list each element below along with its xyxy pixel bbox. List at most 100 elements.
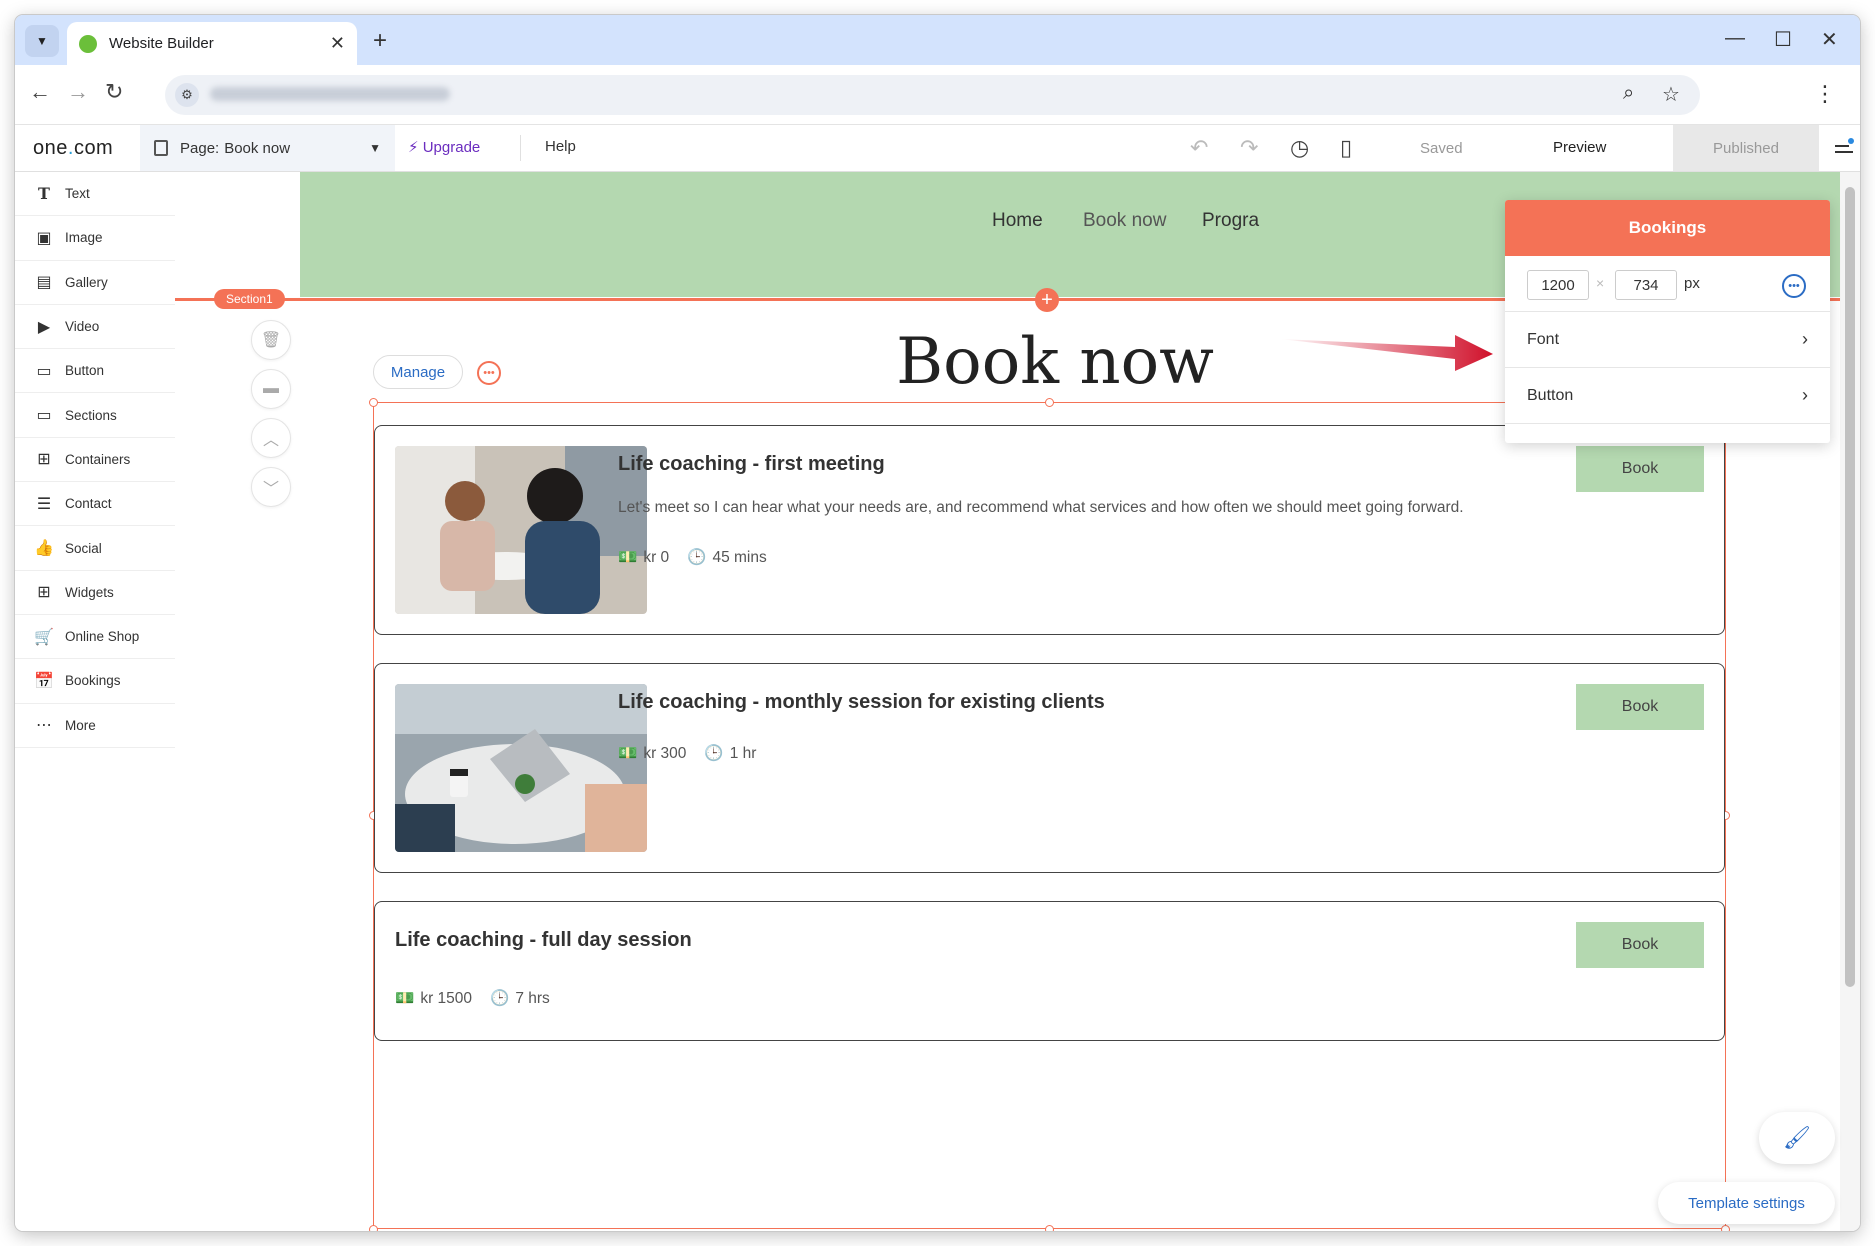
tab-search-button[interactable]: ▼ bbox=[25, 25, 59, 57]
mobile-view-icon[interactable]: ▯ bbox=[1340, 135, 1352, 161]
page-selector[interactable]: Page: Book now ▼ bbox=[140, 125, 395, 171]
annotation-arrow bbox=[1280, 327, 1495, 372]
upgrade-button[interactable]: ⚡ Upgrade bbox=[408, 138, 480, 156]
forward-icon[interactable]: → bbox=[67, 79, 89, 105]
zoom-icon[interactable]: ⌕ bbox=[1623, 82, 1634, 105]
service-card[interactable]: Life coaching - first meeting Let's meet… bbox=[374, 425, 1725, 635]
browser-tab[interactable]: Website Builder ✕ bbox=[67, 22, 357, 65]
service-meta: 💵 kr 1500 🕒 7 hrs bbox=[395, 989, 550, 1008]
comment-icon[interactable]: ▬ bbox=[251, 369, 291, 409]
saved-status: Saved bbox=[1420, 140, 1463, 157]
address-bar-row: ← → ↻ ⚙ ⌕ ☆ ⋮ bbox=[15, 65, 1860, 125]
clock-icon: 🕒 bbox=[704, 744, 723, 763]
minimize-button[interactable]: — bbox=[1725, 27, 1745, 50]
tab-title: Website Builder bbox=[109, 35, 330, 52]
contact-icon: ☰ bbox=[33, 494, 55, 514]
bookmark-star-icon[interactable]: ☆ bbox=[1662, 82, 1680, 107]
panel-menu-icon[interactable] bbox=[1833, 137, 1855, 157]
move-down-icon[interactable]: ﹀ bbox=[251, 467, 291, 507]
money-icon: 💵 bbox=[395, 989, 414, 1008]
service-meta: 💵 kr 300 🕒 1 hr bbox=[618, 744, 756, 763]
published-button[interactable]: Published bbox=[1673, 125, 1819, 171]
sidebar-item-social[interactable]: 👍Social bbox=[15, 526, 175, 570]
sidebar-item-contact[interactable]: ☰Contact bbox=[15, 482, 175, 526]
sidebar-item-bookings[interactable]: 📅Bookings bbox=[15, 659, 175, 703]
section-tag[interactable]: Section1 bbox=[214, 289, 285, 309]
site-settings-icon[interactable]: ⚙ bbox=[175, 83, 199, 107]
nav-home[interactable]: Home bbox=[992, 210, 1043, 232]
sidebar-item-video[interactable]: ▶Video bbox=[15, 305, 175, 349]
help-button[interactable]: Help bbox=[545, 138, 576, 155]
caret-down-icon: ▼ bbox=[369, 141, 381, 155]
preview-button[interactable]: Preview bbox=[1553, 139, 1606, 156]
button-icon: ▭ bbox=[33, 361, 55, 381]
service-card[interactable]: Life coaching - monthly session for exis… bbox=[374, 663, 1725, 873]
one-com-logo[interactable]: one.com bbox=[33, 137, 113, 160]
resize-handle[interactable] bbox=[369, 398, 378, 407]
resize-handle[interactable] bbox=[369, 1225, 378, 1231]
service-title: Life coaching - full day session bbox=[395, 929, 692, 952]
book-button[interactable]: Book bbox=[1576, 684, 1704, 730]
book-button[interactable]: Book bbox=[1576, 922, 1704, 968]
resize-handle[interactable] bbox=[1045, 398, 1054, 407]
sidebar-item-button[interactable]: ▭Button bbox=[15, 349, 175, 393]
paint-icon[interactable]: 🖌 bbox=[1759, 1112, 1835, 1164]
laptop-meeting-photo bbox=[395, 684, 647, 852]
close-tab-icon[interactable]: ✕ bbox=[330, 33, 345, 54]
service-title: Life coaching - monthly session for exis… bbox=[618, 691, 1105, 714]
button-row[interactable]: Button › bbox=[1505, 368, 1830, 424]
sidebar-item-image[interactable]: ▣Image bbox=[15, 216, 175, 260]
sidebar-item-online-shop[interactable]: 🛒Online Shop bbox=[15, 615, 175, 659]
chevron-right-icon: › bbox=[1802, 329, 1808, 350]
nav-programs[interactable]: Progra bbox=[1202, 210, 1259, 232]
move-up-icon[interactable]: ︿ bbox=[251, 418, 291, 458]
sidebar-item-containers[interactable]: ⊞Containers bbox=[15, 438, 175, 482]
page-prefix: Page: bbox=[180, 140, 219, 157]
maximize-button[interactable]: ☐ bbox=[1774, 27, 1792, 52]
sidebar-item-text[interactable]: TText bbox=[15, 172, 175, 216]
font-row[interactable]: Font › bbox=[1505, 312, 1830, 368]
undo-icon[interactable]: ↶ bbox=[1190, 135, 1208, 161]
new-tab-button[interactable]: + bbox=[373, 27, 387, 55]
tab-strip: ▼ Website Builder ✕ + — ☐ ✕ bbox=[15, 15, 1860, 65]
resize-handle[interactable] bbox=[1721, 1225, 1730, 1231]
template-settings-button[interactable]: Template settings bbox=[1658, 1182, 1835, 1224]
clock-icon: 🕒 bbox=[490, 989, 509, 1008]
address-bar[interactable]: ⚙ ⌕ ☆ bbox=[165, 75, 1700, 115]
book-button[interactable]: Book bbox=[1576, 446, 1704, 492]
close-window-button[interactable]: ✕ bbox=[1821, 27, 1838, 52]
nav-book-now[interactable]: Book now bbox=[1083, 210, 1166, 232]
scrollbar-thumb[interactable] bbox=[1845, 187, 1855, 987]
sidebar-item-sections[interactable]: ▭Sections bbox=[15, 393, 175, 437]
size-row: 1200 × 734 px ••• bbox=[1505, 256, 1830, 312]
browser-menu-icon[interactable]: ⋮ bbox=[1814, 81, 1836, 107]
service-card[interactable]: Life coaching - full day session 💵 kr 15… bbox=[374, 901, 1725, 1041]
service-title: Life coaching - first meeting bbox=[618, 453, 885, 476]
reload-icon[interactable]: ↻ bbox=[105, 79, 123, 105]
more-options-icon[interactable]: ••• bbox=[477, 361, 501, 385]
page-icon bbox=[154, 140, 168, 156]
height-input[interactable]: 734 bbox=[1615, 270, 1677, 300]
history-icon[interactable]: ◷ bbox=[1290, 135, 1309, 161]
resize-handle[interactable] bbox=[1045, 1225, 1054, 1231]
manage-button[interactable]: Manage bbox=[373, 355, 463, 389]
delete-icon[interactable]: 🗑 bbox=[251, 320, 291, 360]
sidebar-item-gallery[interactable]: ▤Gallery bbox=[15, 261, 175, 305]
service-description: Let's meet so I can hear what your needs… bbox=[618, 496, 1478, 520]
add-section-icon[interactable]: + bbox=[1035, 288, 1059, 312]
image-icon: ▣ bbox=[33, 228, 55, 248]
more-icon: ⋯ bbox=[33, 715, 55, 735]
panel-title: Bookings bbox=[1505, 200, 1830, 256]
more-options-icon[interactable]: ••• bbox=[1782, 274, 1806, 298]
redo-icon[interactable]: ↷ bbox=[1240, 135, 1258, 161]
gallery-icon: ▤ bbox=[33, 272, 55, 292]
divider bbox=[520, 135, 521, 161]
width-input[interactable]: 1200 bbox=[1527, 270, 1589, 300]
sidebar-item-widgets[interactable]: ⊞Widgets bbox=[15, 571, 175, 615]
sections-icon: ▭ bbox=[33, 405, 55, 425]
sidebar-item-more[interactable]: ⋯More bbox=[15, 704, 175, 748]
containers-icon: ⊞ bbox=[33, 449, 55, 469]
favicon-icon bbox=[79, 35, 97, 53]
browser-window: ▼ Website Builder ✕ + — ☐ ✕ ← → ↻ ⚙ ⌕ ☆ … bbox=[15, 15, 1860, 1231]
back-icon[interactable]: ← bbox=[29, 79, 51, 105]
